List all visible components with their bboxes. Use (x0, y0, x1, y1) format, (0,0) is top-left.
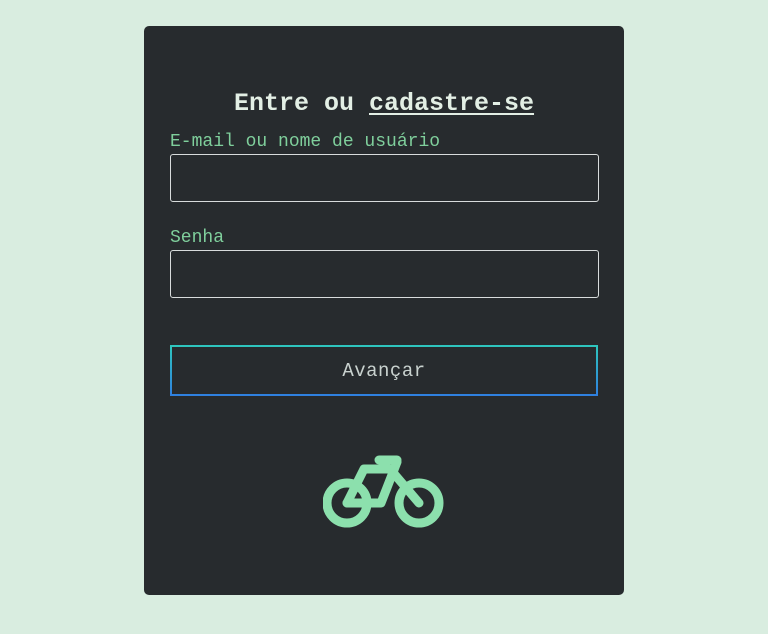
bicycle-icon (323, 455, 444, 528)
submit-button[interactable]: Avançar (170, 345, 598, 396)
username-label: E-mail ou nome de usuário (170, 132, 441, 152)
title-text: Entre ou (233, 89, 369, 118)
login-card: Entre ou cadastre-se E-mail ou nome de u… (144, 26, 624, 595)
password-label: Senha (170, 228, 225, 248)
username-input[interactable] (170, 154, 599, 202)
page-title: Entre ou cadastre-se (144, 89, 624, 119)
signup-link[interactable]: cadastre-se (369, 89, 534, 118)
password-input[interactable] (170, 250, 599, 298)
